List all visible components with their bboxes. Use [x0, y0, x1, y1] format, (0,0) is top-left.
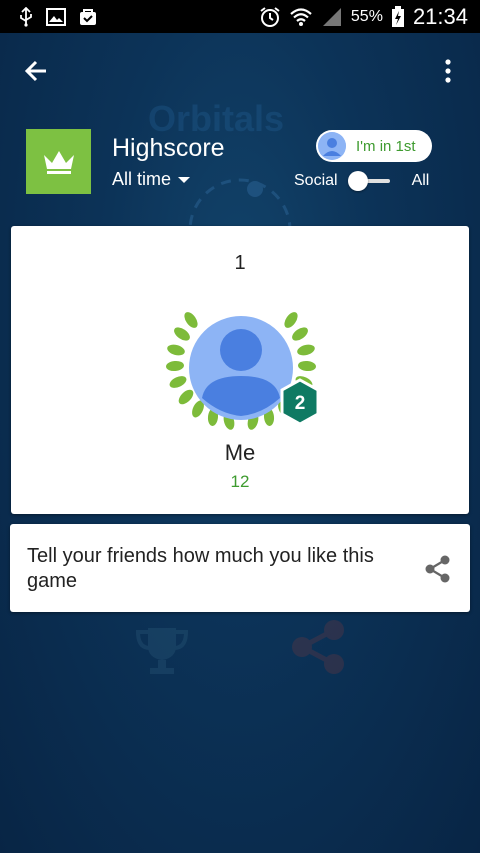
usb-icon [20, 6, 32, 27]
person-icon [318, 132, 346, 160]
leaderboard-header: Highscore All time I'm in 1st Social All [0, 120, 480, 200]
level-badge: 2 [280, 378, 320, 426]
crown-icon [43, 150, 74, 174]
signal-icon [322, 7, 341, 26]
more-vert-icon [445, 59, 451, 83]
bag-notification-icon [80, 8, 96, 25]
dropdown-arrow-icon [178, 176, 191, 183]
switch-knob [347, 171, 368, 191]
share-prompt-text: Tell your friends how much you like this… [27, 545, 374, 592]
leaderboard-entry-card[interactable]: 1 2 Me 12 [11, 226, 469, 514]
app-toolbar [0, 40, 480, 100]
time-filter-label: All time [112, 169, 172, 189]
status-bar: 55% 21:34 [0, 0, 480, 33]
leaderboard-icon [26, 129, 91, 194]
toggle-label-all[interactable]: All [412, 172, 430, 190]
social-all-toggle: Social All [294, 170, 434, 192]
battery-percent: 55% [350, 7, 383, 25]
social-all-switch[interactable] [347, 171, 392, 191]
player-avatar-with-laurel: 2 [166, 298, 320, 438]
time-filter-dropdown[interactable]: All time [112, 169, 191, 190]
player-name: Me [224, 440, 256, 465]
alarm-icon [260, 6, 280, 27]
clock: 21:34 [412, 3, 468, 29]
avatar-small [318, 132, 346, 160]
back-button[interactable] [20, 56, 54, 86]
share-icon [425, 555, 450, 583]
share-card[interactable]: Tell your friends how much you like this… [10, 524, 470, 612]
background-trophy-icon [135, 628, 189, 674]
image-notification-icon [46, 7, 66, 26]
rank-badge[interactable]: I'm in 1st [316, 130, 432, 162]
toggle-label-social[interactable]: Social [294, 172, 338, 190]
share-button[interactable] [424, 554, 452, 584]
battery-charging-icon [391, 5, 404, 27]
page-title: Highscore [112, 134, 225, 162]
wifi-icon [290, 7, 312, 26]
level-number: 2 [295, 393, 306, 414]
rank-number: 1 [234, 252, 246, 274]
arrow-back-icon [24, 60, 46, 82]
player-score: 12 [230, 472, 250, 491]
background-share-icon [292, 620, 344, 674]
rank-badge-label: I'm in 1st [356, 137, 416, 155]
more-options-button[interactable] [436, 56, 460, 86]
